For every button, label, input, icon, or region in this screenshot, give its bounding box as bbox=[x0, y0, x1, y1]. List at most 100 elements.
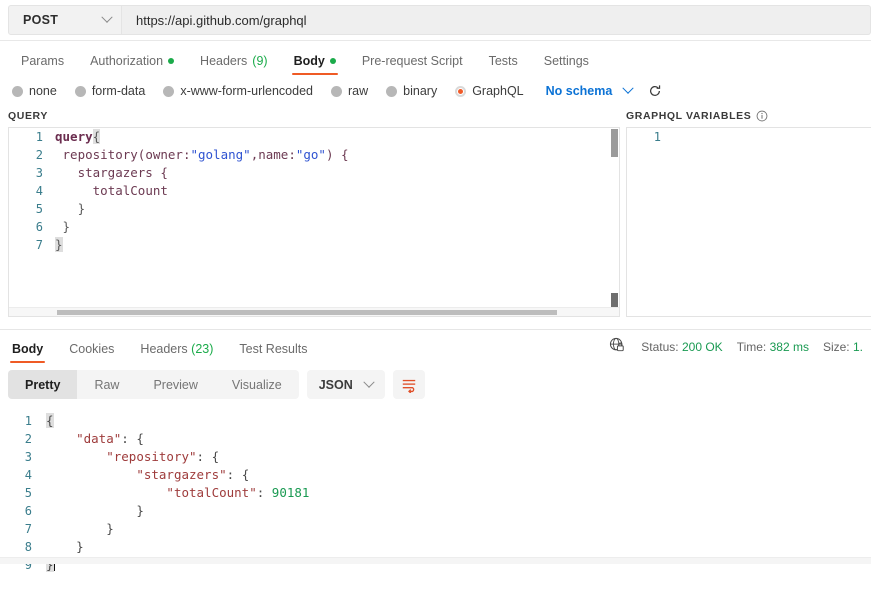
line-content bbox=[673, 128, 871, 146]
response-size: Size: 1. bbox=[823, 340, 863, 354]
table-row: 5 "totalCount": 90181 bbox=[0, 484, 871, 502]
json-brace: { bbox=[241, 467, 250, 482]
globe-lock-icon[interactable] bbox=[609, 337, 625, 356]
tab-headers[interactable]: Headers (9) bbox=[187, 53, 281, 77]
body-type-binary[interactable]: binary bbox=[386, 84, 437, 98]
tab-authorization[interactable]: Authorization bbox=[77, 54, 187, 77]
line-number: 6 bbox=[35, 220, 43, 234]
line-content: } bbox=[46, 520, 871, 538]
body-type-raw[interactable]: raw bbox=[331, 84, 368, 98]
line-content: query{ bbox=[55, 128, 619, 146]
gql-field: totalCount bbox=[92, 183, 168, 198]
line-content: "stargazers": { bbox=[46, 466, 871, 484]
code-line: 3 stargazers { bbox=[9, 164, 619, 182]
line-content: "totalCount": 90181 bbox=[46, 484, 871, 502]
table-row: 2 "data": { bbox=[0, 430, 871, 448]
refresh-schema-icon[interactable] bbox=[648, 84, 662, 98]
graphql-query-editor[interactable]: 1 query{ 2 repository(owner:"golang",nam… bbox=[8, 127, 620, 317]
response-status-label: Status: bbox=[641, 339, 679, 354]
line-content: { bbox=[46, 412, 871, 430]
json-punct: : bbox=[256, 485, 272, 500]
request-url-input[interactable]: https://api.github.com/graphql bbox=[122, 5, 871, 35]
body-type-graphql[interactable]: GraphQL bbox=[455, 84, 524, 98]
line-number: 2 bbox=[24, 432, 32, 446]
response-tabs: Body Cookies Headers (23) Test Results bbox=[8, 342, 320, 364]
view-mode-visualize-label: Visualize bbox=[231, 377, 282, 392]
response-view-toolbar: Pretty Raw Preview Visualize JSON bbox=[0, 363, 871, 407]
variables-pane-title: GRAPHQL VARIABLES bbox=[626, 106, 871, 127]
tab-tests[interactable]: Tests bbox=[476, 54, 531, 77]
scrollbar-thumb[interactable] bbox=[611, 129, 618, 157]
line-content: } bbox=[55, 236, 619, 254]
response-tab-cookies[interactable]: Cookies bbox=[56, 342, 127, 364]
tab-settings-label: Settings bbox=[543, 53, 589, 68]
json-punct: : bbox=[226, 467, 242, 482]
info-icon[interactable] bbox=[756, 110, 768, 122]
line-number: 3 bbox=[35, 166, 43, 180]
response-status-value: 200 OK bbox=[681, 339, 723, 354]
response-tab-test-results[interactable]: Test Results bbox=[226, 342, 320, 364]
tab-settings[interactable]: Settings bbox=[531, 53, 602, 77]
code-line: 2 repository(owner:"golang",name:"go") { bbox=[9, 146, 619, 164]
tab-params[interactable]: Params bbox=[8, 53, 77, 77]
body-type-none-label: none bbox=[29, 84, 57, 98]
response-tab-body[interactable]: Body bbox=[8, 342, 56, 364]
body-type-urlencoded[interactable]: x-www-form-urlencoded bbox=[163, 84, 313, 98]
variables-pane-title-label: GRAPHQL VARIABLES bbox=[626, 110, 752, 122]
json-brace: { bbox=[211, 449, 220, 464]
response-time: Time: 382 ms bbox=[737, 340, 809, 354]
code-line: 4 totalCount bbox=[9, 182, 619, 200]
radio-icon bbox=[12, 85, 23, 97]
tab-headers-count: (9) bbox=[252, 53, 268, 68]
code-line: 6 } bbox=[9, 218, 619, 236]
query-editor-vertical-scrollbar[interactable] bbox=[610, 128, 619, 316]
response-tab-headers[interactable]: Headers (23) bbox=[127, 342, 226, 364]
body-type-none[interactable]: none bbox=[12, 84, 57, 98]
view-mode-pretty[interactable]: Pretty bbox=[8, 370, 78, 399]
view-mode-visualize[interactable]: Visualize bbox=[215, 370, 299, 399]
line-number: 5 bbox=[35, 202, 43, 216]
view-mode-raw[interactable]: Raw bbox=[77, 370, 136, 399]
scrollbar-thumb-bottom[interactable] bbox=[611, 293, 618, 307]
gql-field: ,name: bbox=[250, 147, 296, 162]
gql-string: "golang" bbox=[190, 147, 251, 162]
line-number: 3 bbox=[24, 450, 32, 464]
line-number: 1 bbox=[24, 414, 32, 428]
response-body-horizontal-scrollbar[interactable] bbox=[0, 557, 871, 564]
schema-selector-label[interactable]: No schema bbox=[546, 84, 613, 98]
tab-pre-request-script[interactable]: Pre-request Script bbox=[349, 54, 476, 77]
json-punct: : bbox=[196, 449, 212, 464]
request-url-text: https://api.github.com/graphql bbox=[136, 12, 307, 28]
scrollbar-thumb[interactable] bbox=[57, 310, 557, 315]
response-body-viewer[interactable]: 1 { 2 "data": { 3 "repository": { 4 "sta… bbox=[0, 407, 871, 573]
http-method-dropdown[interactable]: POST bbox=[8, 5, 122, 35]
table-row: 1 { bbox=[0, 412, 871, 430]
wrap-lines-button[interactable] bbox=[392, 370, 425, 399]
graphql-variables-editor[interactable]: 1 bbox=[626, 127, 871, 317]
view-mode-preview[interactable]: Preview bbox=[136, 370, 214, 399]
table-row: 8 } bbox=[0, 538, 871, 556]
line-number: 8 bbox=[24, 540, 32, 554]
radio-selected-icon bbox=[455, 85, 467, 97]
response-language-dropdown[interactable]: JSON bbox=[306, 370, 385, 399]
line-content: "data": { bbox=[46, 430, 871, 448]
tab-params-label: Params bbox=[21, 53, 65, 68]
query-pane-title: QUERY bbox=[8, 106, 620, 127]
response-header: Body Cookies Headers (23) Test Results S… bbox=[0, 330, 871, 363]
line-content: repository(owner:"golang",name:"go") { bbox=[55, 146, 619, 164]
json-key: "stargazers" bbox=[136, 467, 227, 482]
tab-body[interactable]: Body bbox=[281, 54, 349, 77]
chevron-down-icon bbox=[363, 376, 375, 388]
response-language-label: JSON bbox=[318, 377, 353, 392]
chevron-down-icon[interactable] bbox=[622, 82, 634, 94]
json-number-value: 90181 bbox=[271, 485, 310, 500]
response-size-value: 1. bbox=[852, 339, 863, 354]
gql-brace: } bbox=[55, 237, 63, 252]
code-line: 7 } bbox=[9, 236, 619, 254]
body-type-form-data[interactable]: form-data bbox=[74, 84, 145, 98]
json-key: "totalCount" bbox=[166, 485, 257, 500]
graphql-variables-pane: GRAPHQL VARIABLES 1 bbox=[620, 106, 871, 319]
http-method-label: POST bbox=[23, 13, 59, 27]
editor-panes: QUERY 1 query{ 2 repository(owner:"golan… bbox=[0, 106, 871, 319]
query-editor-horizontal-scrollbar[interactable] bbox=[9, 307, 619, 316]
